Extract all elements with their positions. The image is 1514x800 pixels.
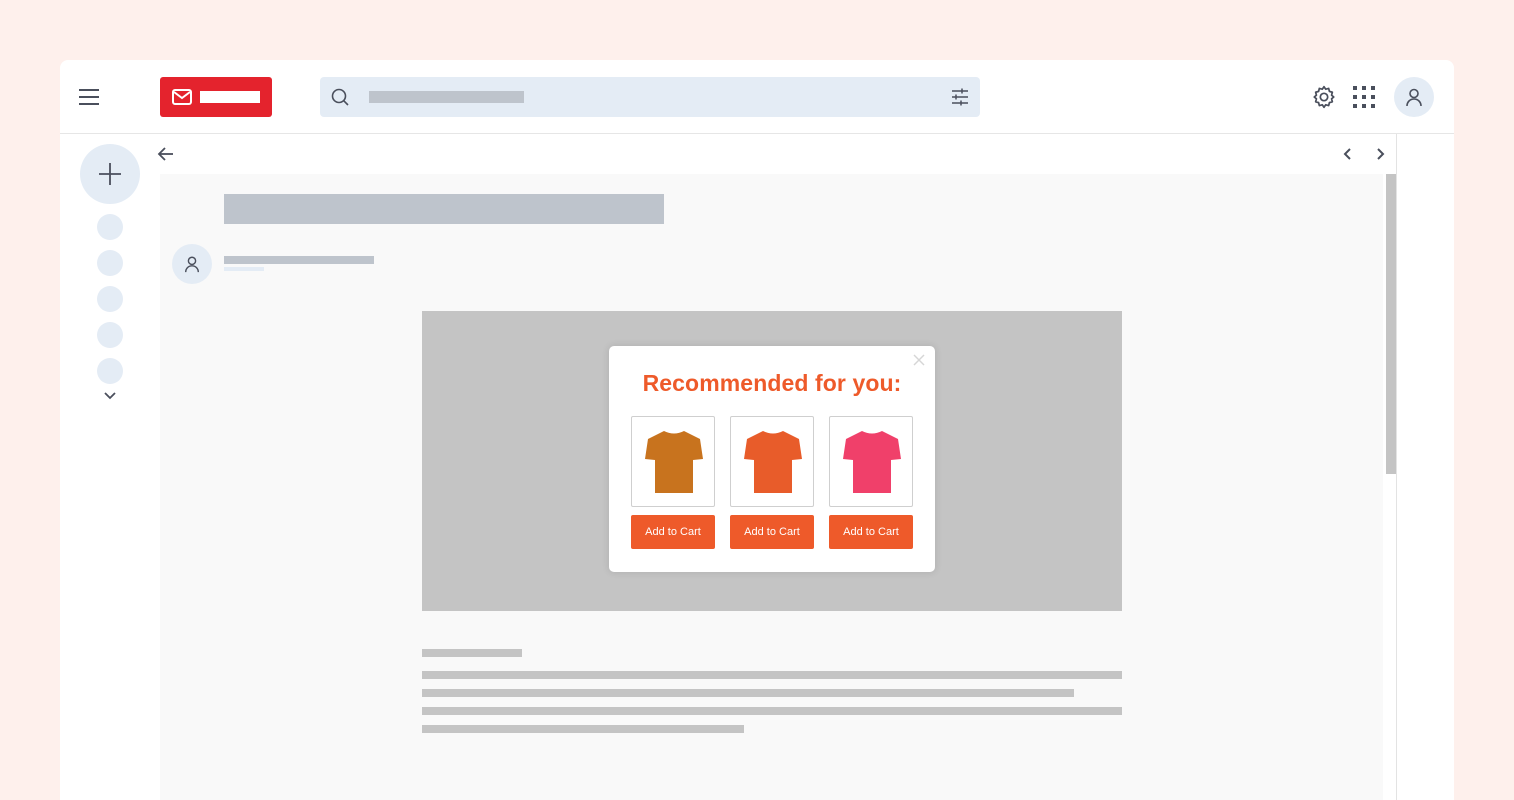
product-card: Add to Cart bbox=[730, 416, 814, 549]
product-card: Add to Cart bbox=[829, 416, 913, 549]
scrollbar-thumb[interactable] bbox=[1386, 174, 1396, 474]
add-to-cart-button[interactable]: Add to Cart bbox=[631, 515, 715, 549]
divider bbox=[1396, 134, 1397, 800]
add-to-cart-button[interactable]: Add to Cart bbox=[829, 515, 913, 549]
recommendation-popup: Recommended for you: Add to Cart Add to … bbox=[609, 346, 935, 572]
plus-icon bbox=[99, 163, 121, 185]
product-card: Add to Cart bbox=[631, 416, 715, 549]
hamburger-menu-icon[interactable] bbox=[78, 86, 102, 108]
body-text-placeholder bbox=[422, 671, 1122, 679]
message-subject-placeholder bbox=[224, 194, 664, 224]
body-text-placeholder bbox=[422, 707, 1122, 715]
message-pane: Recommended for you: Add to Cart Add to … bbox=[160, 174, 1383, 800]
chevron-right-icon[interactable] bbox=[1371, 145, 1389, 163]
rail-item[interactable] bbox=[97, 322, 123, 348]
tshirt-icon bbox=[744, 431, 802, 493]
body-text-placeholder bbox=[422, 689, 1074, 697]
tune-sliders-icon[interactable] bbox=[950, 87, 970, 107]
rail-item[interactable] bbox=[97, 250, 123, 276]
body-text-placeholder bbox=[422, 725, 744, 733]
user-icon bbox=[1406, 88, 1422, 107]
rail-item[interactable] bbox=[97, 358, 123, 384]
sender-name-placeholder bbox=[224, 256, 374, 264]
mail-envelope-icon bbox=[172, 89, 192, 105]
arrow-left-icon[interactable] bbox=[156, 145, 176, 163]
chevron-left-icon[interactable] bbox=[1339, 145, 1357, 163]
product-image[interactable] bbox=[631, 416, 715, 507]
rail-item[interactable] bbox=[97, 286, 123, 312]
rail-item[interactable] bbox=[97, 214, 123, 240]
grid-apps-icon[interactable] bbox=[1351, 84, 1377, 110]
sender-meta-placeholder bbox=[224, 267, 264, 271]
close-icon[interactable] bbox=[912, 353, 926, 367]
add-to-cart-button[interactable]: Add to Cart bbox=[730, 515, 814, 549]
search-icon[interactable] bbox=[330, 87, 350, 107]
product-image[interactable] bbox=[829, 416, 913, 507]
search-bar[interactable] bbox=[320, 77, 980, 117]
tshirt-icon bbox=[645, 431, 703, 493]
account-avatar[interactable] bbox=[1394, 77, 1434, 117]
tshirt-icon bbox=[843, 431, 901, 493]
popup-title: Recommended for you: bbox=[642, 370, 902, 396]
product-image[interactable] bbox=[730, 416, 814, 507]
sender-avatar bbox=[172, 244, 212, 284]
email-banner-image: Recommended for you: Add to Cart Add to … bbox=[422, 311, 1122, 611]
search-input-placeholder[interactable] bbox=[369, 91, 524, 103]
user-icon bbox=[184, 256, 200, 273]
logo-wordmark bbox=[200, 91, 260, 103]
top-header bbox=[60, 60, 1454, 134]
compose-button[interactable] bbox=[80, 144, 140, 204]
body-text-placeholder bbox=[422, 649, 522, 657]
app-logo[interactable] bbox=[160, 77, 272, 117]
mail-window: Recommended for you: Add to Cart Add to … bbox=[60, 60, 1454, 800]
gear-icon[interactable] bbox=[1311, 84, 1337, 110]
chevron-down-icon[interactable] bbox=[102, 389, 118, 403]
